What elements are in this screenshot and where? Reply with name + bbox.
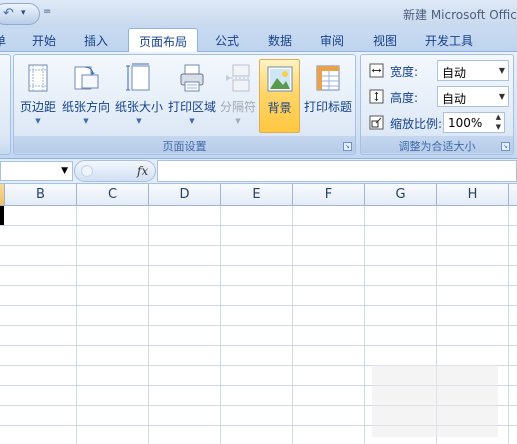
orientation-button[interactable]: 纸张方向 ▼ — [62, 59, 110, 133]
name-box[interactable]: ▼ — [0, 161, 73, 181]
height-select[interactable]: 自动 ▼ — [437, 86, 509, 107]
breaks-button[interactable]: 分隔符 ▼ — [218, 59, 258, 133]
column-header[interactable]: G — [365, 184, 437, 206]
grid-line — [0, 245, 517, 246]
breaks-icon — [226, 64, 251, 92]
width-value: 自动 — [442, 66, 467, 80]
scale-icon — [369, 115, 384, 130]
print-area-icon — [180, 64, 204, 92]
width-icon — [369, 63, 384, 78]
print-titles-button[interactable]: 打印标题 — [304, 59, 352, 133]
page-setup-group-title: 页面设置 — [14, 136, 355, 153]
orientation-icon — [74, 66, 99, 90]
chevron-down-icon[interactable]: ▼ — [499, 92, 505, 101]
chevron-down-icon: ▼ — [235, 117, 241, 125]
column-header[interactable]: F — [293, 184, 365, 206]
grid-line — [0, 325, 517, 326]
page-setup-dialog-launcher[interactable]: ↘ — [343, 142, 352, 151]
ribbon-group-themes — [0, 54, 11, 155]
scale-label: 缩放比例: — [390, 117, 443, 131]
ribbon: 页边距 ▼ 纸张方向 ▼ 纸张大小 ▼ 打印区域 ▼ 分隔符 ▼ 背景 打印标题… — [0, 52, 517, 159]
chevron-down-icon: ▼ — [35, 117, 41, 125]
column-header[interactable]: E — [221, 184, 293, 206]
width-select[interactable]: 自动 ▼ — [437, 60, 509, 81]
tab-review[interactable]: 审阅 — [320, 32, 344, 49]
column-header[interactable]: C — [77, 184, 149, 206]
height-row: 高度: 自动 ▼ — [369, 86, 509, 108]
formula-bar: ▼ fx — [0, 159, 517, 184]
chevron-down-icon: ▼ — [83, 117, 89, 125]
chevron-down-icon: ▼ — [136, 117, 142, 125]
height-label: 高度: — [390, 91, 419, 105]
margins-icon — [28, 64, 48, 92]
height-value: 自动 — [442, 92, 467, 106]
scale-to-fit-dialog-launcher[interactable]: ↘ — [501, 142, 510, 151]
background-button[interactable]: 背景 — [259, 59, 300, 133]
column-header[interactable]: B — [5, 184, 77, 206]
chevron-down-icon[interactable]: ▼ — [61, 166, 68, 176]
tab-formulas[interactable]: 公式 — [215, 32, 239, 49]
grid-line — [0, 305, 517, 306]
scale-spinner[interactable]: 100% ▲ ▼ — [443, 112, 505, 133]
formula-controls: fx — [74, 160, 156, 182]
grid-line — [0, 225, 517, 226]
watermark-overlay — [372, 365, 498, 437]
insert-function-button[interactable]: fx — [137, 164, 148, 178]
ribbon-tabs: 单 开始 插入 页面布局 公式 数据 审阅 视图 开发工具 — [0, 28, 517, 53]
chevron-down-icon[interactable]: ▼ — [499, 66, 505, 75]
formula-input[interactable] — [157, 160, 517, 182]
window-title: 新建 Microsoft Offic — [403, 8, 517, 22]
background-label: 背景 — [267, 101, 292, 115]
grid-line — [0, 265, 517, 266]
ribbon-group-page-setup: 页边距 ▼ 纸张方向 ▼ 纸张大小 ▼ 打印区域 ▼ 分隔符 ▼ 背景 打印标题… — [13, 54, 356, 155]
resize-handle[interactable] — [81, 165, 93, 177]
margins-label: 页边距 — [19, 100, 56, 114]
tab-insert[interactable]: 插入 — [84, 32, 108, 49]
title-bar: ↶ ▾ = 新建 Microsoft Offic — [0, 0, 517, 28]
tab-data[interactable]: 数据 — [268, 32, 292, 49]
scale-to-fit-group-title: 调整为合适大小 — [361, 136, 513, 153]
column-header[interactable]: D — [149, 184, 221, 206]
tab-file[interactable]: 单 — [0, 32, 6, 49]
column-header-i[interactable] — [509, 184, 517, 206]
tab-view[interactable]: 视图 — [373, 32, 397, 49]
print-area-button[interactable]: 打印区域 ▼ — [168, 59, 216, 133]
undo-icon[interactable]: ↶ — [3, 6, 14, 21]
scale-row: 缩放比例: 100% ▲ ▼ — [369, 112, 509, 134]
width-row: 宽度: 自动 ▼ — [369, 60, 509, 82]
spin-down-icon[interactable]: ▼ — [496, 123, 501, 131]
spin-up-icon[interactable]: ▲ — [496, 113, 501, 121]
tab-developer[interactable]: 开发工具 — [425, 32, 473, 49]
scale-value: 100% — [448, 116, 483, 130]
paper-size-icon — [126, 63, 150, 91]
tab-page-layout[interactable]: 页面布局 — [128, 28, 199, 53]
breaks-label: 分隔符 — [219, 100, 256, 114]
paper-size-button[interactable]: 纸张大小 ▼ — [115, 59, 163, 133]
column-header[interactable]: H — [437, 184, 509, 206]
print-titles-icon — [316, 65, 340, 91]
paper-size-label: 纸张大小 — [114, 100, 163, 114]
print-titles-label: 打印标题 — [303, 100, 352, 114]
ribbon-group-scale-to-fit: 宽度: 自动 ▼ 高度: 自动 ▼ 缩放比例: 100% ▲ ▼ 调整为合适大小… — [360, 54, 514, 155]
margins-button[interactable]: 页边距 ▼ — [18, 59, 58, 133]
tab-home[interactable]: 开始 — [32, 32, 56, 49]
width-label: 宽度: — [390, 65, 419, 79]
customize-qat-button[interactable]: = — [43, 6, 51, 17]
grid-line — [0, 345, 517, 346]
height-icon — [369, 89, 384, 104]
background-icon — [267, 66, 292, 92]
quick-access-toolbar[interactable]: ↶ ▾ — [0, 3, 40, 25]
active-cell-border[interactable] — [0, 206, 4, 225]
orientation-label: 纸张方向 — [61, 100, 110, 114]
chevron-down-icon: ▼ — [189, 117, 195, 125]
chevron-down-icon[interactable]: ▾ — [21, 8, 26, 18]
print-area-label: 打印区域 — [167, 100, 216, 114]
grid-line — [0, 285, 517, 286]
